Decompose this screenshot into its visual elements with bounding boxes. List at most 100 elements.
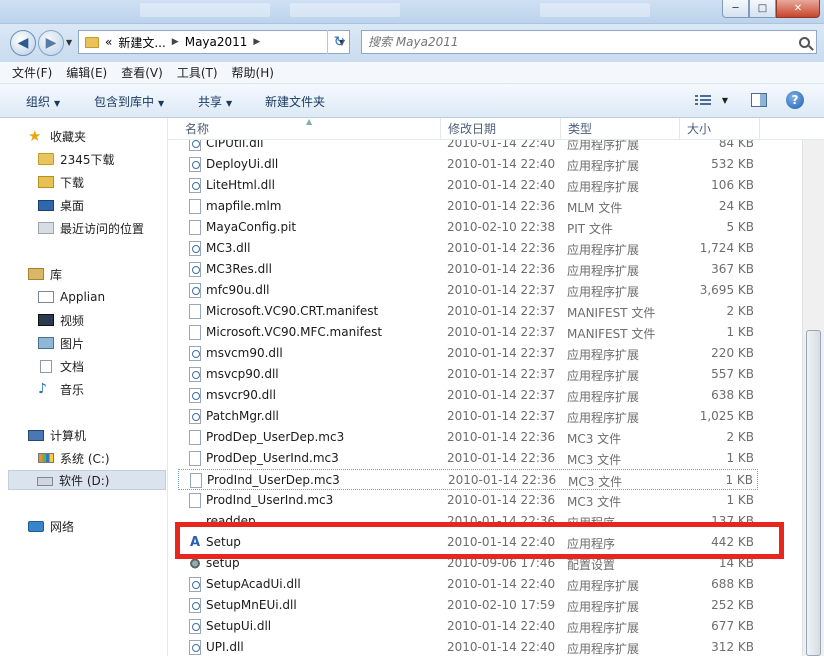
file-row-deployui[interactable]: DeployUi.dll 2010-01-14 22:40 应用程序扩展 532 KB [178,154,758,175]
file-date: 2010-01-14 22:36 [447,430,556,444]
sidebar-item-videos[interactable]: 视频 [38,310,84,330]
file-row-patchmgr[interactable]: PatchMgr.dll 2010-01-14 22:37 应用程序扩展 1,025 … [178,406,758,427]
file-date: 2010-01-14 22:40 [447,178,556,192]
view-options-button[interactable] [694,91,712,109]
menu-file[interactable]: 文件(F) [12,64,52,81]
column-date-modified[interactable]: 修改日期 [441,118,561,140]
address-bar[interactable]: « 新建文... ▶ Maya2011 ▶ ▼ [78,30,350,54]
sidebar-label: 库 [50,267,63,282]
refresh-icon: ↻ [333,34,346,50]
close-button[interactable]: ✕ [776,0,820,18]
refresh-button[interactable]: ↻ [327,30,351,54]
back-button[interactable]: ◀ [10,30,36,56]
file-row-msvcr90[interactable]: msvcr90.dll 2010-01-14 22:37 应用程序扩展 638 KB [178,385,758,406]
file-row-proddep-userind[interactable]: ProdDep_UserInd.mc3 2010-01-14 22:36 MC3 文… [178,448,758,469]
file-row-upi[interactable]: UPI.dll 2010-01-14 22:40 应用程序扩展 312 KB [178,637,758,656]
file-row-msvcm90[interactable]: msvcm90.dll 2010-01-14 22:37 应用程序扩展 220 KB [178,343,758,364]
maximize-button[interactable]: □ [749,0,776,18]
search-input[interactable] [368,35,778,49]
vertical-scrollbar[interactable] [802,140,824,656]
sidebar-item-drive-c[interactable]: 系统 (C:) [38,448,110,468]
file-date: 2010-01-14 22:37 [447,388,556,402]
file-size: 1 KB [725,473,753,487]
file-type: 应用程序 [567,514,615,522]
sidebar-network[interactable]: 网络 [28,516,74,536]
file-row-setupui[interactable]: SetupUi.dll 2010-01-14 22:40 应用程序扩展 677 KB [178,616,758,637]
file-name: Microsoft.VC90.MFC.manifest [206,325,383,339]
menu-view[interactable]: 查看(V) [121,64,163,81]
view-dropdown-icon[interactable]: ▼ [716,91,734,109]
sidebar-label: 最近访问的位置 [60,221,145,236]
file-row-mapfile[interactable]: mapfile.mlm 2010-01-14 22:36 MLM 文件 24 KB [178,196,758,217]
share-button[interactable]: 共享 ▼ [198,93,232,110]
sidebar-item-documents[interactable]: 文档 [38,356,84,376]
sidebar-item-music[interactable]: ♪ 音乐 [38,379,84,399]
file-row-litehtml[interactable]: LiteHtml.dll 2010-01-14 22:40 应用程序扩展 106 KB [178,175,758,196]
forward-button[interactable]: ▶ [38,30,64,56]
file-row-prodind-userind[interactable]: ProdInd_UserInd.mc3 2010-01-14 22:36 MC3 文… [178,490,758,511]
sidebar-item-downloads[interactable]: 下载 [38,172,84,192]
sidebar-favorites[interactable]: ★ 收藏夹 [28,126,86,146]
file-row-proddep-userdep[interactable]: ProdDep_UserDep.mc3 2010-01-14 22:36 MC3 文… [178,427,758,448]
minimize-button[interactable]: ─ [722,0,749,18]
search-box[interactable] [361,30,817,54]
file-row-prodind-userdep[interactable]: ProdInd_UserDep.mc3 2010-01-14 22:36 MC3 文… [178,469,758,490]
breadcrumb-overflow[interactable]: « [105,35,112,49]
file-row-setup-exe[interactable]: A Setup 2010-01-14 22:40 应用程序 442 KB [178,532,758,553]
file-name: mfc90u.dll [206,283,270,297]
file-row-msvcp90[interactable]: msvcp90.dll 2010-01-14 22:37 应用程序扩展 557 KB [178,364,758,385]
search-icon[interactable] [799,36,810,48]
breadcrumb-separator-icon[interactable]: ▶ [253,37,260,47]
menu-tools[interactable]: 工具(T) [177,64,218,81]
sidebar-item-drive-d[interactable]: 软件 (D:) [8,470,166,490]
sidebar-item-2345-downloads[interactable]: 2345下载 [38,149,115,169]
file-size: 1 KB [726,325,754,339]
sidebar-item-recent-places[interactable]: 最近访问的位置 [38,218,144,238]
breadcrumb-item[interactable]: Maya2011 [185,35,248,49]
file-row-setupmneui[interactable]: SetupMnEUi.dll 2010-02-10 17:59 应用程序扩展 252 … [178,595,758,616]
menu-edit[interactable]: 编辑(E) [66,64,107,81]
organize-button[interactable]: 组织 ▼ [26,93,60,110]
help-button[interactable]: ? [786,91,804,109]
preview-pane-button[interactable] [750,91,768,109]
file-row-setup-ini[interactable]: setup 2010-09-06 17:46 配置设置 14 KB [178,553,758,574]
sidebar-label: Applian [60,290,106,304]
file-row-setupacadui[interactable]: SetupAcadUi.dll 2010-01-14 22:40 应用程序扩展 688… [178,574,758,595]
file-row-mayaconfig[interactable]: MayaConfig.pit 2010-02-10 22:38 PIT 文件 5 KB [178,217,758,238]
column-type[interactable]: 类型 [561,118,680,140]
sidebar-libraries[interactable]: 库 [28,264,62,284]
file-list: CIPUtil.dll 2010-01-14 22:40 应用程序扩展 84 KB D… [168,140,802,656]
column-size[interactable]: 大小 [680,118,760,140]
include-in-library-button[interactable]: 包含到库中 ▼ [94,93,164,110]
file-type: 应用程序扩展 [567,390,640,404]
sidebar-item-desktop[interactable]: 桌面 [38,195,84,215]
file-row-readdep[interactable]: readdep 2010-01-14 22:36 应用程序 137 KB [178,511,758,522]
breadcrumb-separator-icon[interactable]: ▶ [172,37,179,47]
blurred-background-window [140,3,270,17]
menu-help[interactable]: 帮助(H) [232,64,274,81]
library-icon [28,268,44,280]
file-type: 应用程序扩展 [567,369,640,383]
file-name: msvcp90.dll [206,367,279,381]
file-row-crt-manifest[interactable]: Microsoft.VC90.CRT.manifest 2010-01-14 22… [178,301,758,322]
file-row-mfc90u[interactable]: mfc90u.dll 2010-01-14 22:37 应用程序扩展 3,695 KB [178,280,758,301]
sidebar-item-pictures[interactable]: 图片 [38,333,84,353]
file-date: 2010-02-10 22:38 [447,220,556,234]
sidebar-item-applian[interactable]: Applian [38,287,105,307]
sidebar-computer[interactable]: 计算机 [28,425,86,445]
sidebar-label: 计算机 [50,428,87,443]
file-row-mc3res[interactable]: MC3Res.dll 2010-01-14 22:36 应用程序扩展 367 KB [178,259,758,280]
file-date: 2010-01-14 22:36 [447,241,556,255]
include-library-label: 包含到库中 [94,95,155,109]
scrollbar-thumb[interactable] [806,330,821,656]
column-name[interactable]: 名称 [178,118,441,140]
recent-pages-dropdown-icon[interactable]: ▼ [66,38,72,47]
file-row-mfc-manifest[interactable]: Microsoft.VC90.MFC.manifest 2010-01-14 22… [178,322,758,343]
file-date: 2010-02-10 17:59 [447,598,556,612]
file-row-mc3[interactable]: MC3.dll 2010-01-14 22:36 应用程序扩展 1,724 KB [178,238,758,259]
sidebar-label: 收藏夹 [50,129,87,144]
file-type: 应用程序扩展 [567,140,640,152]
breadcrumb-item[interactable]: 新建文... [118,34,165,51]
new-folder-button[interactable]: 新建文件夹 [265,93,325,110]
file-row-cputil[interactable]: CIPUtil.dll 2010-01-14 22:40 应用程序扩展 84 KB [178,140,758,154]
